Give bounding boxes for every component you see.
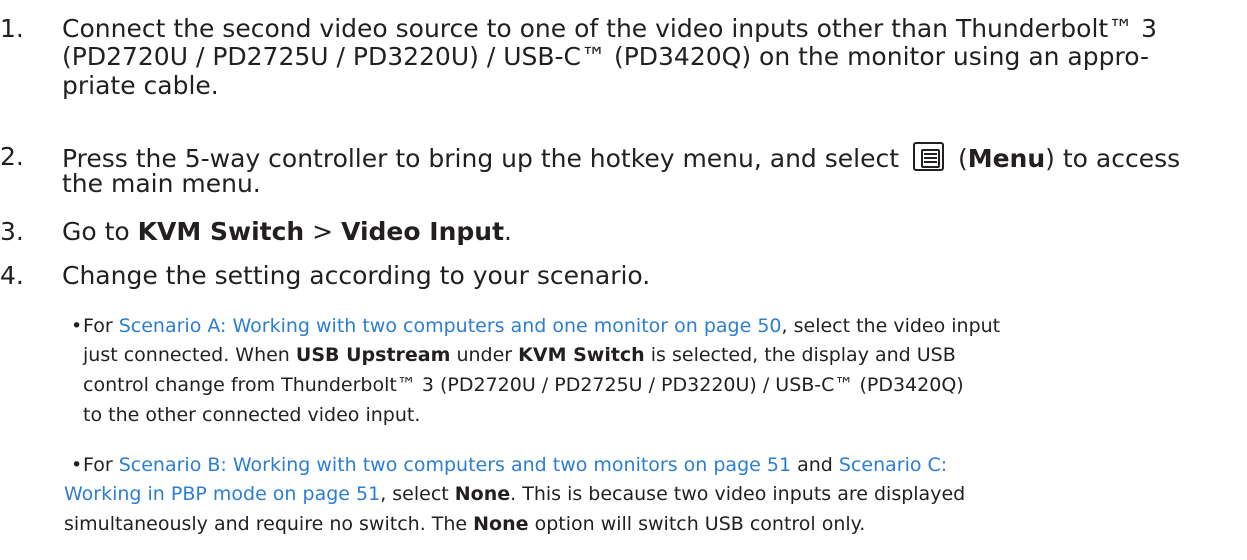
manual-page: 1. Connect the second video source to on… [0,0,1247,560]
bullet-b-text: . This is because two video inputs are d… [510,483,966,505]
bullet-a-text: under [450,344,519,366]
scenario-c-link-part-1[interactable]: Scenario C: [839,454,947,476]
period: . [504,217,512,246]
bullet-a-text: just connected. When [83,344,296,366]
bullet-b-text: , select [380,483,455,505]
step-number: 1. [0,14,24,43]
bullet-b-text: simultaneously and require no switch. Th… [64,513,474,535]
kvm-switch-label: KVM Switch [137,217,305,246]
bullet-a-line-1: For Scenario A: Working with two compute… [83,311,1000,342]
bullet-b-line-1: For Scenario B: Working with two compute… [83,450,947,481]
kvm-switch-label: KVM Switch [518,344,645,366]
scenario-c-link-part-2[interactable]: Working in PBP mode on page 51 [64,483,380,505]
paren-open: ( [957,144,968,173]
bullet-b-line-2: Working in PBP mode on page 51, select N… [64,479,965,510]
step-1-line-1: Connect the second video source to one o… [62,14,1158,43]
step-1-line-2: (PD2720U / PD2725U / PD3220U) / USB-C™ (… [62,42,1149,71]
menu-icon [912,142,944,171]
bullet-a-line-4: to the other connected video input. [83,404,421,426]
bullet-marker: • [71,454,83,476]
step-number: 3. [0,217,24,246]
bullet-b-text: and [791,454,839,476]
separator: > [304,217,342,246]
bullet-b-text: option will switch USB control only. [528,513,866,535]
bullet-a-line-2: just connected. When USB Upstream under … [83,340,956,371]
bullet-b-for: For [83,454,119,476]
bullet-a-text: , select the video input [781,315,1001,337]
step-3-text: Go to [62,217,138,246]
video-input-label: Video Input [341,217,505,246]
bullet-a-line-3: control change from Thunderbolt™ 3 (PD27… [83,374,964,396]
bullet-marker: • [71,315,83,337]
step-1-line-3: priate cable. [62,71,219,100]
none-label: None [454,483,511,505]
step-2-line-2: the main menu. [62,169,261,198]
scenario-a-link[interactable]: Scenario A: Working with two computers a… [119,315,782,337]
usb-upstream-label: USB Upstream [295,344,451,366]
none-label: None [473,513,529,535]
step-4-line: Change the setting according to your sce… [62,261,651,290]
menu-label: Menu [967,144,1046,173]
step-1: 1. Connect the second video source to on… [0,0,1247,100]
step-2-text-end: ) to access [1045,144,1181,173]
step-number: 4. [0,261,24,290]
step-number: 2. [0,142,24,171]
bullet-b-line-3: simultaneously and require no switch. Th… [64,509,865,540]
bullet-a-for: For [83,315,119,337]
bullet-a-text: is selected, the display and USB [644,344,956,366]
step-3-line: Go to KVM Switch > Video Input. [62,217,512,247]
scenario-b-link[interactable]: Scenario B: Working with two computers a… [119,454,791,476]
